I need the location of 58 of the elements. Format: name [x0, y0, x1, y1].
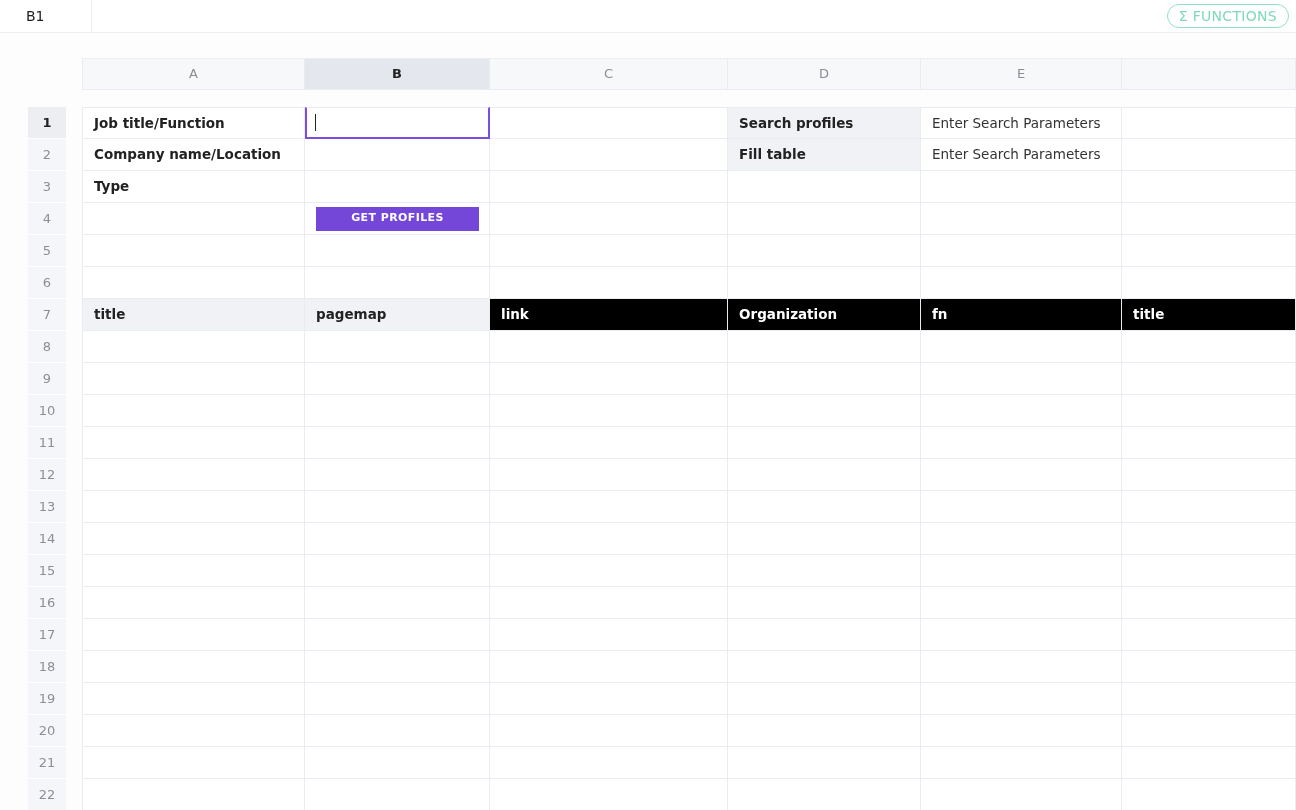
grid-cell[interactable] [305, 267, 490, 299]
column-header[interactable]: A [82, 58, 305, 90]
row-number[interactable]: 7 [28, 299, 66, 331]
cell-label: Organization [728, 299, 921, 331]
grid-cell[interactable] [1122, 331, 1296, 363]
row-number[interactable]: 5 [28, 235, 66, 267]
row-number[interactable]: 21 [28, 747, 66, 779]
cell-label: fn [921, 299, 1122, 331]
row-number[interactable]: 22 [28, 779, 66, 810]
grid-cell[interactable] [490, 139, 728, 171]
cell-text: Enter Search Parameters [921, 139, 1122, 171]
text-cursor [315, 114, 316, 131]
grid-cell[interactable] [921, 331, 1122, 363]
row-number[interactable]: 4 [28, 203, 66, 235]
row-number[interactable]: 15 [28, 555, 66, 587]
row-number[interactable]: 17 [28, 619, 66, 651]
functions-button[interactable]: Σ FUNCTIONS [1166, 4, 1289, 28]
cell-label: pagemap [305, 299, 490, 331]
row-number[interactable]: 12 [28, 459, 66, 491]
row-number[interactable]: 3 [28, 171, 66, 203]
cell-label: Company name/Location [82, 139, 305, 171]
row-number[interactable]: 20 [28, 715, 66, 747]
grid-cell[interactable] [1122, 267, 1296, 299]
grid-cell[interactable] [490, 267, 728, 299]
cell-label: Fill table [728, 139, 921, 171]
cell-text: Enter Search Parameters [921, 107, 1122, 139]
row-number[interactable]: 9 [28, 363, 66, 395]
cell-label: title [1122, 299, 1296, 331]
active-cell[interactable] [305, 107, 490, 139]
row-number[interactable]: 2 [28, 139, 66, 171]
column-header[interactable]: E [921, 58, 1122, 90]
grid-cell[interactable] [921, 267, 1122, 299]
column-header[interactable]: B [305, 58, 490, 90]
cell-label: title [82, 299, 305, 331]
row-number[interactable]: 8 [28, 331, 66, 363]
grid-cell[interactable] [490, 331, 728, 363]
column-header[interactable]: C [490, 58, 728, 90]
row-number[interactable]: 14 [28, 523, 66, 555]
row-number[interactable]: 1 [28, 107, 66, 139]
cell-reference: B1 [0, 0, 92, 33]
grid-cell[interactable] [728, 331, 921, 363]
row-number[interactable]: 19 [28, 683, 66, 715]
grid-cell[interactable] [305, 139, 490, 171]
row-number[interactable]: 11 [28, 427, 66, 459]
grid-cell[interactable] [728, 267, 921, 299]
grid-cell[interactable] [490, 107, 728, 139]
column-header[interactable]: D [728, 58, 921, 90]
cell-label: Job title/Function [82, 107, 305, 139]
row-number[interactable]: 18 [28, 651, 66, 683]
cell-label: Search profiles [728, 107, 921, 139]
cell-label: link [490, 299, 728, 331]
row-number[interactable]: 13 [28, 491, 66, 523]
row-number[interactable]: 16 [28, 587, 66, 619]
row-number[interactable]: 6 [28, 267, 66, 299]
cell-label: Type [82, 171, 305, 203]
grid-cell[interactable] [305, 331, 490, 363]
get-profiles-button[interactable]: GET PROFILES [316, 206, 479, 231]
row-number[interactable]: 10 [28, 395, 66, 427]
